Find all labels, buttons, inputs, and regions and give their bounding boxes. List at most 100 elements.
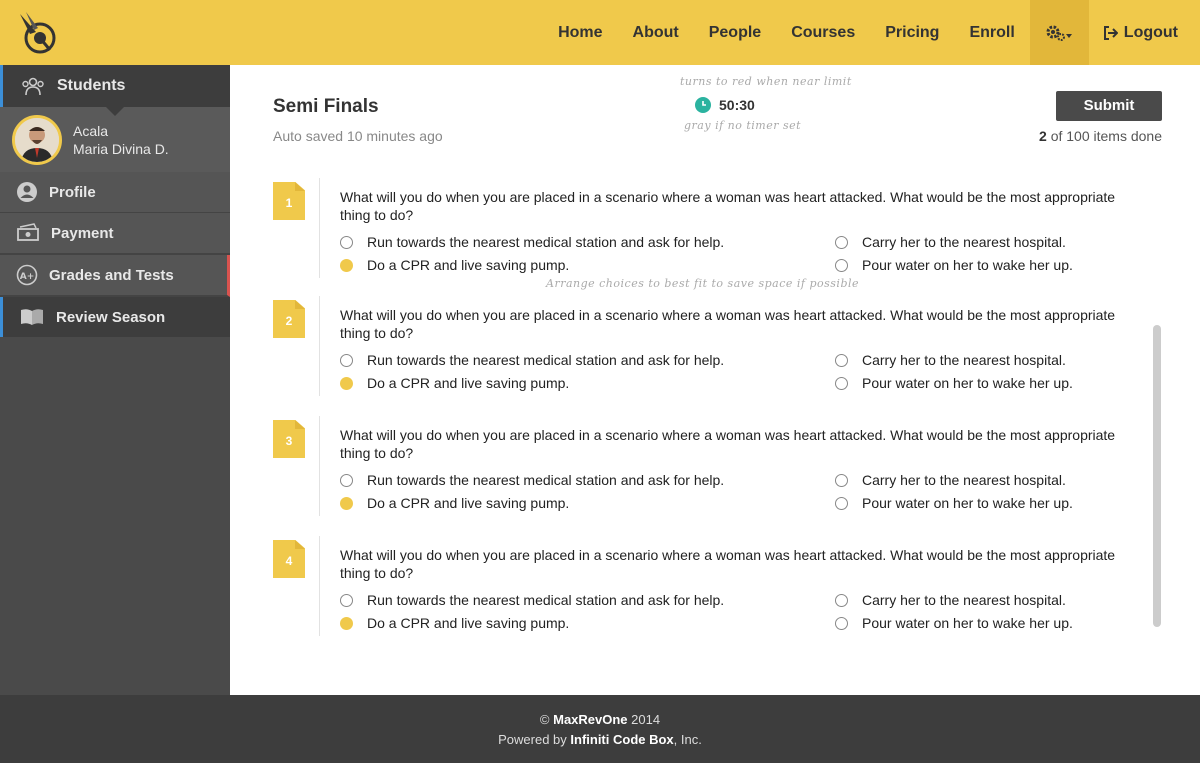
- powered-prefix: Powered by: [498, 732, 571, 747]
- logout-button[interactable]: Logout: [1089, 0, 1200, 65]
- radio-button-selected[interactable]: [340, 616, 353, 630]
- question-number: 4: [285, 554, 293, 568]
- sidebar-item-label: Students: [57, 77, 126, 94]
- active-caret: [106, 107, 124, 116]
- radio-button[interactable]: [835, 473, 848, 487]
- progress-done: 2: [1039, 128, 1047, 144]
- sidebar-item-grades[interactable]: A+ Grades and Tests: [0, 255, 230, 297]
- radio-button-selected[interactable]: [340, 496, 353, 510]
- choice-label: Do a CPR and live saving pump.: [367, 495, 570, 511]
- choice-option-selected[interactable]: Do a CPR and live saving pump.: [340, 495, 569, 511]
- svg-text:A+: A+: [20, 272, 35, 282]
- timer-value: 50:30: [719, 97, 755, 113]
- powered-by-line: Powered by Infiniti Code Box, Inc.: [0, 732, 1200, 747]
- users-icon: [22, 77, 44, 96]
- choice-option[interactable]: Run towards the nearest medical station …: [340, 472, 724, 488]
- book-icon: [21, 309, 43, 325]
- choice-label: Run towards the nearest medical station …: [367, 234, 725, 250]
- choice-option[interactable]: Carry her to the nearest hospital.: [835, 472, 1066, 488]
- radio-button[interactable]: [835, 235, 848, 249]
- brand-name: MaxRevOne: [553, 712, 628, 727]
- choice-option[interactable]: Run towards the nearest medical station …: [340, 234, 724, 250]
- money-icon: [17, 223, 39, 241]
- radio-button[interactable]: [835, 376, 848, 390]
- main-nav: Home About People Courses Pricing Enroll…: [543, 0, 1200, 65]
- choice-option[interactable]: Carry her to the nearest hospital.: [835, 234, 1066, 250]
- grade-a-plus-icon: A+: [16, 264, 38, 286]
- choice-option-selected[interactable]: Do a CPR and live saving pump.: [340, 257, 569, 273]
- choice-label: Carry her to the nearest hospital.: [862, 592, 1066, 608]
- choice-label: Pour water on her to wake her up.: [862, 375, 1073, 391]
- radio-button[interactable]: [835, 616, 848, 630]
- radio-button[interactable]: [340, 473, 353, 487]
- choice-option[interactable]: Run towards the nearest medical station …: [340, 352, 724, 368]
- radio-button[interactable]: [835, 593, 848, 607]
- choice-option[interactable]: Carry her to the nearest hospital.: [835, 592, 1066, 608]
- progress-counter: 2 of 100 items done: [1039, 128, 1162, 144]
- choice-option[interactable]: Carry her to the nearest hospital.: [835, 352, 1066, 368]
- choice-label: Pour water on her to wake her up.: [862, 615, 1073, 631]
- nav-home[interactable]: Home: [543, 0, 617, 65]
- nav-people[interactable]: People: [694, 0, 776, 65]
- choice-option[interactable]: Pour water on her to wake her up.: [835, 375, 1073, 391]
- sidebar-item-students[interactable]: Students: [0, 65, 230, 107]
- radio-button-selected[interactable]: [340, 258, 353, 272]
- question-text: What will you do when you are placed in …: [340, 547, 1116, 581]
- sidebar-item-review-season[interactable]: Review Season: [0, 297, 230, 337]
- sidebar-item-payment[interactable]: Payment: [0, 213, 230, 255]
- radio-button-selected[interactable]: [340, 376, 353, 390]
- exam-panel: Semi Finals Auto saved 10 minutes ago tu…: [230, 65, 1200, 695]
- question-number: 1: [285, 196, 293, 210]
- user-full-name: Maria Divina D.: [73, 140, 169, 157]
- logo-icon[interactable]: [16, 10, 58, 56]
- choice-option[interactable]: Run towards the nearest medical station …: [340, 592, 724, 608]
- sidebar-item-label: Grades and Tests: [49, 266, 174, 284]
- footer: © MaxRevOne 2014 Powered by Infiniti Cod…: [0, 695, 1200, 763]
- divider: [319, 416, 320, 516]
- nav-about[interactable]: About: [618, 0, 694, 65]
- choice-label: Run towards the nearest medical station …: [367, 472, 725, 488]
- settings-dropdown[interactable]: [1029, 0, 1089, 65]
- submit-button[interactable]: Submit: [1056, 91, 1162, 121]
- powered-suffix: , Inc.: [673, 732, 702, 747]
- radio-button[interactable]: [340, 353, 353, 367]
- question-item: 3 What will you do when you are placed i…: [273, 416, 1163, 516]
- powered-brand: Infiniti Code Box: [570, 732, 674, 747]
- user-name: Acala Maria Divina D.: [73, 122, 169, 158]
- radio-button[interactable]: [835, 353, 848, 367]
- choice-label: Carry her to the nearest hospital.: [862, 234, 1066, 250]
- question-text: What will you do when you are placed in …: [340, 307, 1116, 341]
- question-number: 3: [285, 434, 293, 448]
- copyright-line: © MaxRevOne 2014: [0, 712, 1200, 727]
- nav-enroll[interactable]: Enroll: [954, 0, 1029, 65]
- exam-timer: 50:30: [695, 97, 755, 113]
- radio-button[interactable]: [340, 235, 353, 249]
- choice-option[interactable]: Pour water on her to wake her up.: [835, 257, 1073, 273]
- nav-courses[interactable]: Courses: [776, 0, 870, 65]
- sidebar-item-profile[interactable]: Profile: [0, 172, 230, 214]
- choice-label: Carry her to the nearest hospital.: [862, 472, 1066, 488]
- avatar: [12, 114, 62, 165]
- logout-icon: [1103, 25, 1118, 40]
- radio-button[interactable]: [835, 496, 848, 510]
- choice-option[interactable]: Pour water on her to wake her up.: [835, 615, 1073, 631]
- choice-option[interactable]: Pour water on her to wake her up.: [835, 495, 1073, 511]
- user-first-name: Acala: [73, 122, 109, 139]
- question-item: 4 What will you do when you are placed i…: [273, 536, 1163, 636]
- question-number: 2: [285, 314, 293, 328]
- sidebar-item-label: Profile: [49, 183, 96, 201]
- radio-button[interactable]: [340, 593, 353, 607]
- scrollbar[interactable]: [1153, 325, 1161, 627]
- sidebar-item-label: Payment: [51, 224, 114, 242]
- sidebar: Students Acala Maria Divina D. Profile P…: [0, 65, 230, 695]
- user-card[interactable]: Acala Maria Divina D.: [0, 107, 230, 172]
- choice-label: Do a CPR and live saving pump.: [367, 257, 570, 273]
- choice-option-selected[interactable]: Do a CPR and live saving pump.: [340, 375, 569, 391]
- radio-button[interactable]: [835, 258, 848, 272]
- copyright-year: 2014: [627, 712, 661, 727]
- nav-pricing[interactable]: Pricing: [870, 0, 954, 65]
- user-circle-icon: [17, 182, 37, 202]
- sidebar-item-label: Review Season: [56, 308, 166, 326]
- annotation-timer-gray: gray if no timer set: [684, 119, 802, 132]
- choice-option-selected[interactable]: Do a CPR and live saving pump.: [340, 615, 569, 631]
